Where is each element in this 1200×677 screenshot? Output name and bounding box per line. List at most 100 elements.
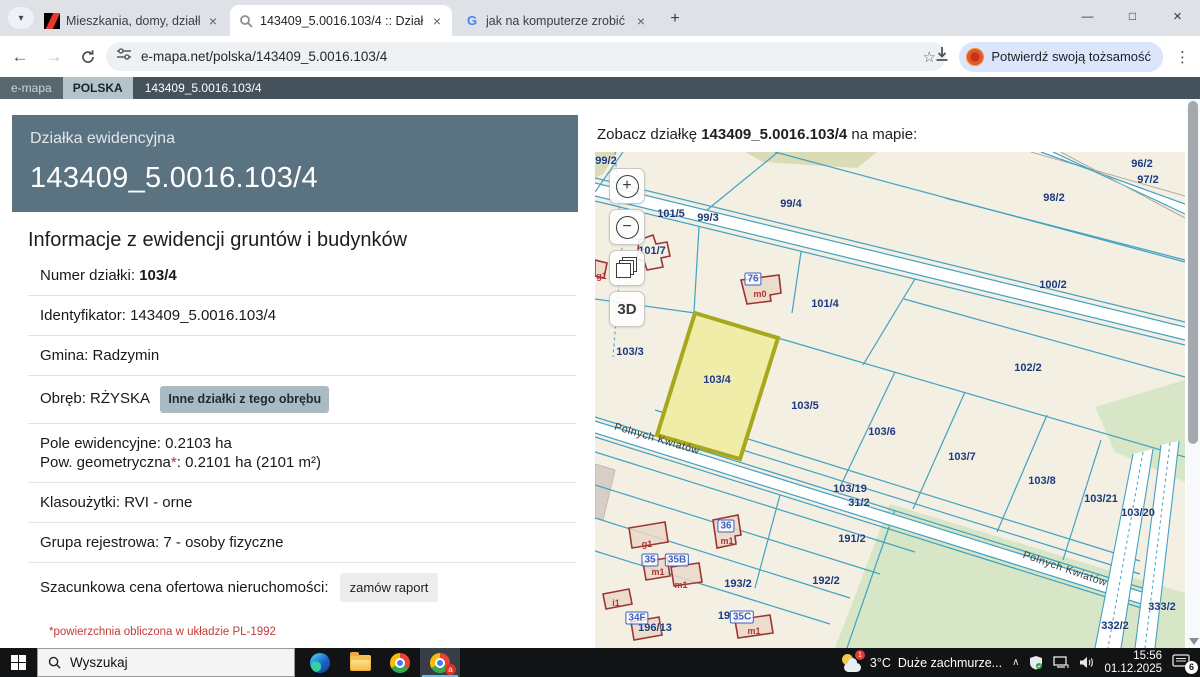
- parcel-label-103-7: 103/7: [948, 451, 976, 463]
- tab-close-icon[interactable]: ×: [206, 13, 220, 29]
- map-caption: Zobacz działkę 143409_5.0016.103/4 na ma…: [597, 126, 917, 143]
- polska-tab[interactable]: POLSKA: [63, 77, 133, 99]
- layers-button[interactable]: [609, 250, 645, 286]
- tab-search-button[interactable]: ▾: [8, 7, 34, 29]
- row-obreb: Obręb: RŻYSKA Inne działki z tego obrębu: [28, 376, 576, 424]
- parcel-label-31-2: 31/2: [848, 497, 869, 509]
- other-parcels-button[interactable]: Inne działki z tego obrębu: [160, 386, 329, 413]
- emapa-brand[interactable]: e-mapa: [0, 77, 63, 99]
- zoom-in-button[interactable]: +: [609, 168, 645, 204]
- 3d-view-button[interactable]: 3D: [609, 291, 645, 327]
- browser-menu-icon[interactable]: ⋮: [1171, 48, 1194, 66]
- building-label-g1: g1: [642, 539, 653, 549]
- weather-alert-badge: 1: [855, 650, 865, 660]
- site-settings-icon[interactable]: [116, 46, 132, 67]
- parcel-label-103-4: 103/4: [703, 374, 731, 386]
- window-close-button[interactable]: ×: [1155, 0, 1200, 32]
- google-favicon: G: [464, 13, 480, 29]
- taskbar-edge-button[interactable]: [300, 648, 340, 677]
- parcel-label-19: 19: [718, 610, 730, 622]
- windows-logo-icon: [11, 655, 26, 670]
- notification-count-badge: 6: [1185, 661, 1198, 674]
- system-tray: 1 3°C Duże zachmurze... ∧ 15:56 01.12.20…: [841, 648, 1196, 677]
- map-controls: + − 3D: [609, 168, 647, 332]
- parcel-label-332-2: 332/2: [1101, 620, 1129, 632]
- cadastral-map[interactable]: 99/296/297/299/498/2101/599/3101/7101/41…: [595, 152, 1185, 648]
- weather-description: Duże zachmurze...: [898, 656, 1002, 670]
- scrollbar-thumb[interactable]: [1188, 101, 1198, 444]
- window-controls: — □ ×: [1065, 0, 1200, 32]
- toolbar-right-group: Potwierdź swoją tożsamość ⋮: [933, 41, 1194, 72]
- row-value: 7 - osoby fizyczne: [163, 534, 283, 551]
- parcel-label-101-4: 101/4: [811, 298, 839, 310]
- row-label: Numer działki:: [40, 267, 135, 284]
- plus-icon: +: [616, 175, 639, 198]
- taskbar-search-box[interactable]: Wyszukaj: [37, 648, 295, 677]
- url-text[interactable]: e-mapa.net/polska/143409_5.0016.103/4: [141, 49, 923, 64]
- parcel-label-99-3: 99/3: [697, 212, 718, 224]
- tab-title: Mieszkania, domy, działki, lokal: [66, 14, 200, 28]
- notification-center-button[interactable]: 6: [1172, 653, 1196, 673]
- row-estimated-price: Szacunkowa cena ofertowa nieruchomości: …: [28, 563, 576, 612]
- tab-parcel-active[interactable]: 143409_5.0016.103/4 :: Działka ×: [230, 5, 452, 36]
- defender-shield-icon[interactable]: [1029, 655, 1043, 670]
- identity-confirm-label: Potwierdź swoją tożsamość: [991, 49, 1151, 64]
- building-label-i1: i1: [612, 598, 620, 608]
- back-button[interactable]: ←: [6, 43, 34, 71]
- row-value: 103/4: [139, 267, 177, 284]
- parcel-label-98-2: 98/2: [1043, 192, 1064, 204]
- edge-icon: [310, 653, 330, 673]
- map-labels-layer: 99/296/297/299/498/2101/599/3101/7101/41…: [595, 152, 1185, 648]
- search-placeholder: Wyszukaj: [70, 655, 128, 670]
- taskbar-chrome-button[interactable]: [380, 648, 420, 677]
- row-value: 0.2103 ha: [165, 435, 232, 452]
- browser-tab-strip: ▾ Mieszkania, domy, działki, lokal × 143…: [0, 0, 1200, 36]
- tab-listings[interactable]: Mieszkania, domy, działki, lokal ×: [36, 5, 228, 36]
- parcel-label-103-8: 103/8: [1028, 475, 1056, 487]
- downloads-icon[interactable]: [933, 45, 951, 68]
- start-button[interactable]: [0, 648, 37, 677]
- weather-temperature: 3°C: [870, 656, 891, 670]
- address-bar[interactable]: e-mapa.net/polska/143409_5.0016.103/4 ☆: [106, 42, 946, 71]
- taskbar-chrome-active-button[interactable]: a: [420, 648, 460, 677]
- window-minimize-button[interactable]: —: [1065, 0, 1110, 32]
- building-label-m1: m1: [747, 626, 760, 636]
- parcel-label-103-5: 103/5: [791, 400, 819, 412]
- page-scrollbar[interactable]: [1186, 99, 1200, 648]
- minus-icon: −: [616, 216, 639, 239]
- parcel-label-192-2: 192/2: [812, 575, 840, 587]
- tray-chevron-icon[interactable]: ∧: [1012, 657, 1019, 668]
- network-icon[interactable]: [1053, 656, 1069, 669]
- building-label--g1: -g1: [595, 271, 607, 281]
- chrome-profile-badge: a: [445, 664, 456, 675]
- tab-close-icon[interactable]: ×: [430, 13, 444, 29]
- street-label-polnych-kwiat-w: Polnych Kwiatów: [1021, 549, 1108, 589]
- speaker-icon[interactable]: [1079, 656, 1094, 669]
- tab-close-icon[interactable]: ×: [634, 13, 648, 29]
- order-report-button[interactable]: zamów raport: [340, 573, 439, 602]
- zoom-out-button[interactable]: −: [609, 209, 645, 245]
- profile-avatar-icon: [966, 48, 984, 66]
- e-mapa-favicon: [238, 13, 254, 29]
- reload-button[interactable]: [74, 43, 102, 71]
- map-caption-prefix: Zobacz działkę: [597, 126, 701, 143]
- parcel-label-102-2: 102/2: [1014, 362, 1042, 374]
- window-restore-button[interactable]: □: [1110, 0, 1155, 32]
- tab-google-search[interactable]: G jak na komputerze zrobić zrzut ×: [456, 5, 656, 36]
- weather-widget[interactable]: 1 3°C Duże zachmurze...: [841, 653, 1002, 673]
- row-label: Grupa rejestrowa:: [40, 534, 159, 551]
- scrollbar-down-arrow[interactable]: [1189, 638, 1199, 645]
- row-label: Szacunkowa cena ofertowa nieruchomości:: [40, 579, 329, 596]
- identity-confirm-button[interactable]: Potwierdź swoją tożsamość: [959, 42, 1163, 72]
- row-value: 143409_5.0016.103/4: [130, 307, 276, 324]
- parcel-label-101-5: 101/5: [657, 208, 685, 220]
- taskbar-explorer-button[interactable]: [340, 648, 380, 677]
- new-tab-button[interactable]: +: [662, 8, 688, 30]
- forward-button[interactable]: →: [40, 43, 68, 71]
- street-label-polnych-kwiat-w: Polnych Kwiatów: [613, 421, 701, 458]
- row-gmina: Gmina: Radzymin: [28, 336, 576, 376]
- taskbar-clock[interactable]: 15:56 01.12.2025: [1104, 650, 1162, 676]
- parcel-label-96-2: 96/2: [1131, 158, 1152, 170]
- parcel-label-103-21: 103/21: [1084, 493, 1118, 505]
- building-label-m1: m1: [651, 567, 664, 577]
